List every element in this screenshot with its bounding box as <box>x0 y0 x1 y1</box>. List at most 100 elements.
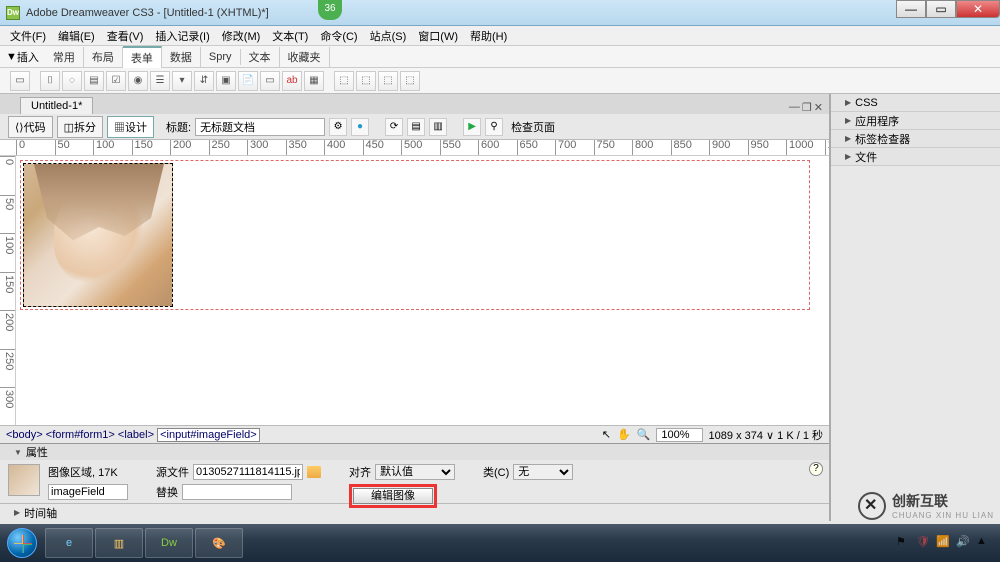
image-field-selected[interactable] <box>23 163 173 307</box>
edit-image-button[interactable]: 编辑图像 <box>353 488 433 504</box>
panel-app[interactable]: 应用程序 <box>831 112 1000 130</box>
menu-file[interactable]: 文件(F) <box>6 28 50 44</box>
menu-site[interactable]: 站点(S) <box>366 28 411 44</box>
dw-task-icon: Dw <box>161 537 177 549</box>
title-input[interactable] <box>195 118 325 136</box>
tag-body[interactable]: <body> <box>6 429 43 441</box>
menu-help[interactable]: 帮助(H) <box>466 28 511 44</box>
tag-label[interactable]: <label> <box>118 429 154 441</box>
task-explorer[interactable]: ▥ <box>95 528 143 558</box>
task-ie[interactable]: e <box>45 528 93 558</box>
code-view-button[interactable]: ⟨⟩代码 <box>8 116 53 138</box>
list-icon[interactable]: ▾ <box>172 71 192 91</box>
menu-view[interactable]: 查看(V) <box>103 28 148 44</box>
hand-icon[interactable]: ✋ <box>617 428 631 441</box>
spry2-icon[interactable]: ⬚ <box>356 71 376 91</box>
doc-minimize-icon[interactable]: — <box>789 101 800 114</box>
refresh-icon[interactable]: ⟳ <box>385 118 403 136</box>
insert-cat-data[interactable]: 数据 <box>162 47 201 67</box>
prop-class-select[interactable]: 无 <box>513 464 573 480</box>
hidden-icon[interactable]: ◌ <box>62 71 82 91</box>
doc-tab[interactable]: Untitled-1* <box>20 97 93 114</box>
spry4-icon[interactable]: ⬚ <box>400 71 420 91</box>
start-orb-icon <box>7 528 37 558</box>
notification-badge[interactable]: 36 <box>318 0 342 20</box>
preview-icon[interactable]: ▶ <box>463 118 481 136</box>
minimize-button[interactable]: — <box>896 0 926 18</box>
viewops-icon[interactable]: ▥ <box>429 118 447 136</box>
radio-icon[interactable]: ◉ <box>128 71 148 91</box>
tray-vol-icon[interactable]: 🔊 <box>956 535 972 551</box>
textarea-icon[interactable]: ▤ <box>84 71 104 91</box>
menu-edit[interactable]: 编辑(E) <box>54 28 99 44</box>
insert-cat-forms[interactable]: 表单 <box>123 46 162 68</box>
prop-src-input[interactable] <box>193 464 303 480</box>
split-view-button[interactable]: ◫拆分 <box>57 116 103 138</box>
right-panel-group: CSS 应用程序 标签检查器 文件 <box>830 94 1000 521</box>
spry3-icon[interactable]: ⬚ <box>378 71 398 91</box>
insert-cat-common[interactable]: 常用 <box>45 47 84 67</box>
zoom-icon[interactable]: 🔍 <box>637 428 651 441</box>
file-icon[interactable]: 📄 <box>238 71 258 91</box>
check-page-button[interactable]: 检查页面 <box>511 119 555 135</box>
button-icon[interactable]: ▭ <box>260 71 280 91</box>
browse-icon[interactable]: ⚲ <box>485 118 503 136</box>
insert-cat-spry[interactable]: Spry <box>201 49 241 65</box>
image-icon[interactable]: ▣ <box>216 71 236 91</box>
status-bar: <body> <form#form1> <label> <input#image… <box>0 425 829 443</box>
insert-cat-layout[interactable]: 布局 <box>84 47 123 67</box>
menu-commands[interactable]: 命令(C) <box>316 28 361 44</box>
menu-insert[interactable]: 插入记录(I) <box>151 28 213 44</box>
panel-css[interactable]: CSS <box>831 94 1000 112</box>
tray-expand-icon[interactable]: ▲ <box>976 535 992 551</box>
checkbox-icon[interactable]: ☑ <box>106 71 126 91</box>
maximize-button[interactable]: ▭ <box>926 0 956 18</box>
tray-shield-icon[interactable]: 🛡 <box>916 535 932 551</box>
close-button[interactable]: ✕ <box>956 0 1000 18</box>
pointer-icon[interactable]: ↖ <box>602 428 611 441</box>
help-icon[interactable]: ? <box>809 462 823 476</box>
form-outline[interactable] <box>20 160 810 310</box>
fieldset-icon[interactable]: ▦ <box>304 71 324 91</box>
prop-alt-input[interactable] <box>182 484 292 500</box>
task-paint[interactable]: 🎨 <box>195 528 243 558</box>
tray-net-icon[interactable]: 📶 <box>936 535 952 551</box>
globe-icon[interactable]: ● <box>351 118 369 136</box>
doc-restore-icon[interactable]: ❐ <box>802 101 812 114</box>
design-canvas[interactable] <box>16 156 829 425</box>
menu-text[interactable]: 文本(T) <box>268 28 312 44</box>
radiogroup-icon[interactable]: ☰ <box>150 71 170 91</box>
browse-folder-icon[interactable] <box>307 466 321 478</box>
prop-src-label: 源文件 <box>156 464 189 480</box>
properties-header[interactable]: 属性 <box>0 444 829 460</box>
task-dreamweaver[interactable]: Dw <box>145 528 193 558</box>
dimensions-readout[interactable]: 1089 x 374 ∨ 1 K / 1 秒 <box>709 427 823 443</box>
tag-form[interactable]: <form#form1> <box>46 429 115 441</box>
form-icon[interactable]: ▭ <box>10 71 30 91</box>
ut-icon[interactable]: ⚙ <box>329 118 347 136</box>
panel-tag[interactable]: 标签检查器 <box>831 130 1000 148</box>
insert-bar: ▼ 插入 常用 布局 表单 数据 Spry 文本 收藏夹 <box>0 46 1000 68</box>
document-tabs: Untitled-1* — ❐ ✕ <box>0 94 829 114</box>
design-view-button[interactable]: ▦设计 <box>107 116 154 138</box>
prop-name-input[interactable] <box>48 484 128 500</box>
tray-flag-icon[interactable]: ⚑ <box>896 535 912 551</box>
insert-dropdown[interactable]: ▼ 插入 <box>0 49 45 65</box>
menu-window[interactable]: 窗口(W) <box>414 28 462 44</box>
watermark-text: 创新互联 <box>892 491 994 511</box>
textfield-icon[interactable]: ⌷ <box>40 71 60 91</box>
prop-align-select[interactable]: 默认值 <box>375 464 455 480</box>
menu-modify[interactable]: 修改(M) <box>218 28 265 44</box>
insert-cat-text[interactable]: 文本 <box>241 47 280 67</box>
doc-close-icon[interactable]: ✕ <box>814 101 823 114</box>
fileops-icon[interactable]: ▤ <box>407 118 425 136</box>
zoom-select[interactable]: 100% <box>656 428 702 442</box>
prop-class-label: 类(C) <box>483 464 509 480</box>
insert-cat-fav[interactable]: 收藏夹 <box>280 47 330 67</box>
jump-icon[interactable]: ⇵ <box>194 71 214 91</box>
tag-input[interactable]: <input#imageField> <box>157 428 260 442</box>
start-button[interactable] <box>0 524 44 562</box>
spry1-icon[interactable]: ⬚ <box>334 71 354 91</box>
label-icon[interactable]: ab <box>282 71 302 91</box>
panel-files[interactable]: 文件 <box>831 148 1000 166</box>
